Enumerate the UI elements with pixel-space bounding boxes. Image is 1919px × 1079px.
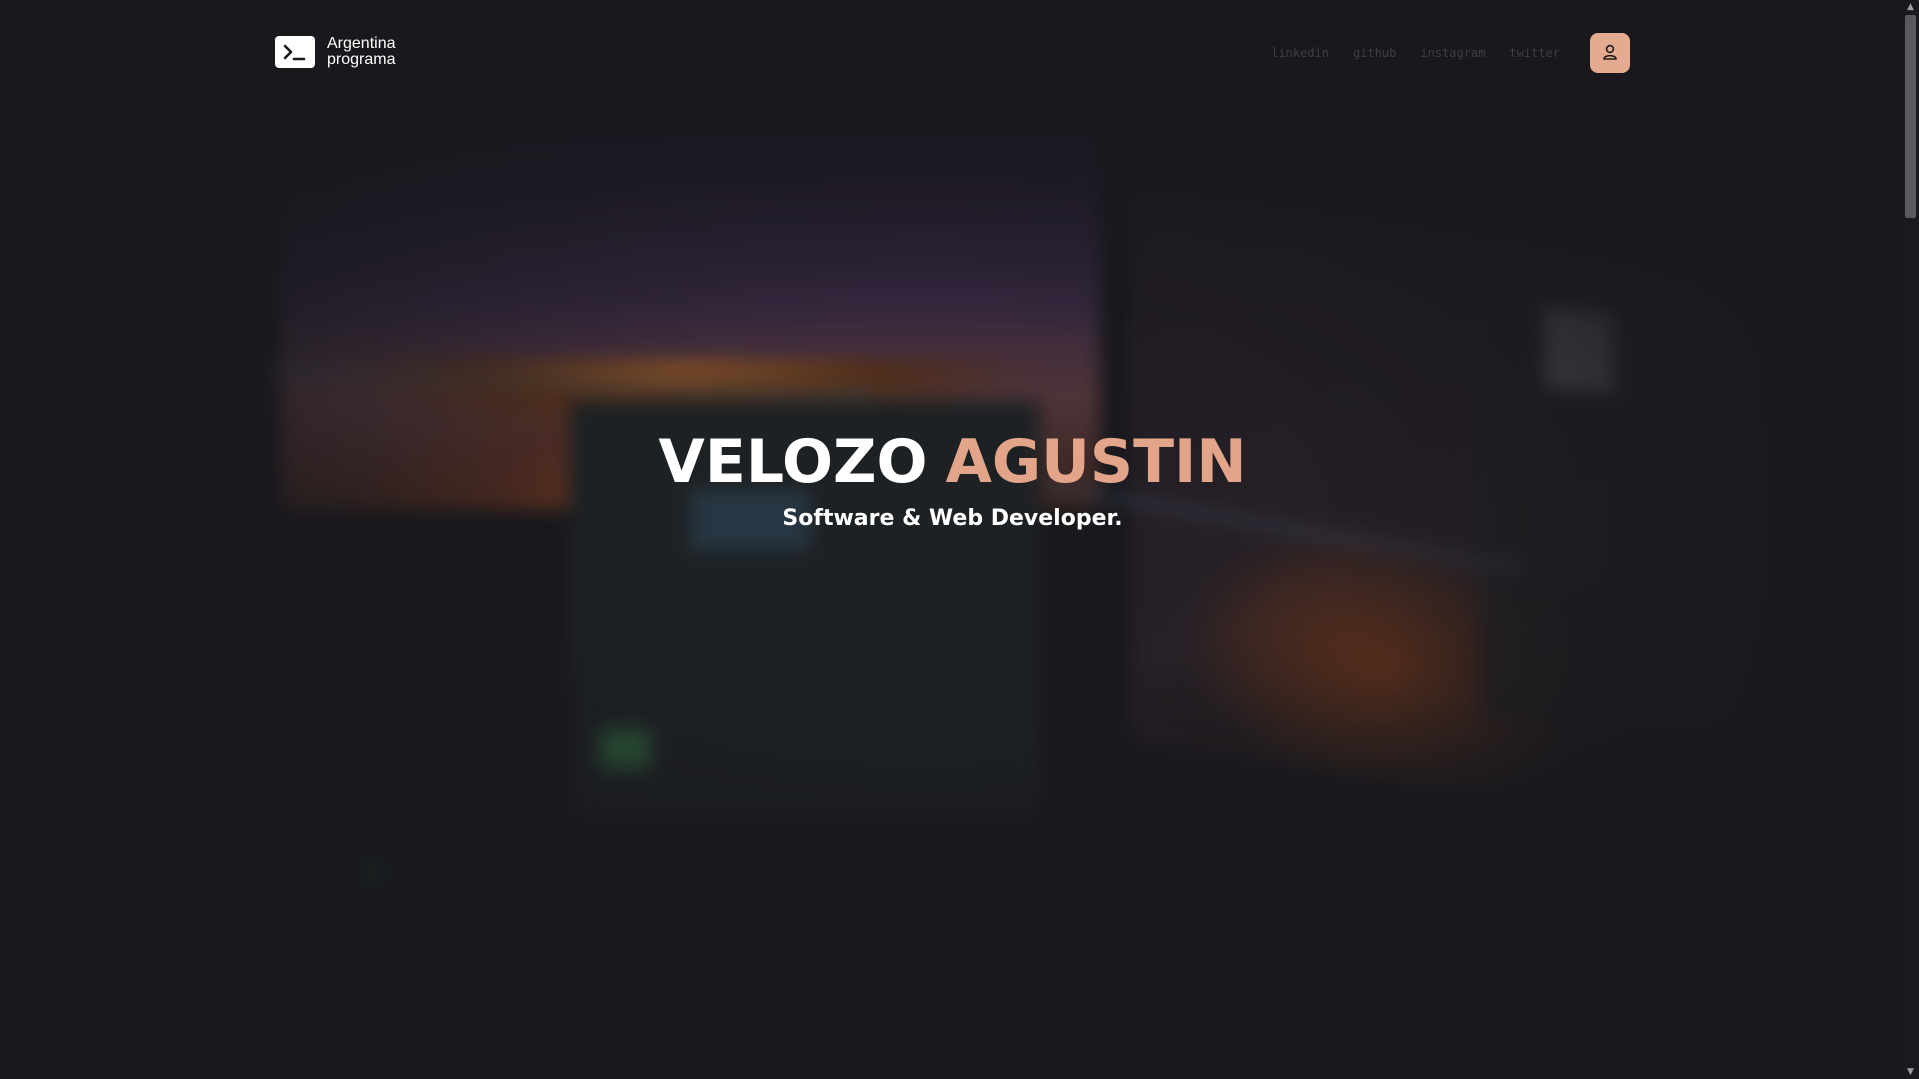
user-login-button[interactable] — [1590, 33, 1630, 73]
nav-link-github[interactable]: github — [1353, 46, 1396, 60]
brand-logo-link[interactable]: Argentina programa — [275, 36, 396, 68]
right-monitor-thumbnail — [1545, 306, 1615, 394]
nav-link-linkedin[interactable]: linkedin — [1271, 46, 1329, 60]
scroll-thumb[interactable] — [1905, 15, 1916, 218]
brand-line-1: Argentina — [327, 35, 396, 52]
hero-first-name: VELOZO — [658, 427, 928, 497]
laptop-green-block — [600, 730, 650, 770]
hero-last-name: AGUSTIN — [945, 427, 1247, 497]
user-icon — [1601, 43, 1619, 64]
hero-subtitle: Software & Web Developer. — [782, 506, 1123, 531]
hero-section: VELOZO AGUSTIN Software & Web Developer. — [0, 425, 1905, 533]
nav-link-twitter[interactable]: twitter — [1509, 46, 1560, 60]
hero-name: VELOZO AGUSTIN — [0, 425, 1905, 499]
plant-leaf — [360, 865, 385, 885]
scroll-down-arrow-icon[interactable]: ▼ — [1902, 1065, 1919, 1079]
page-scrollbar[interactable]: ▲ ▼ — [1902, 0, 1919, 1079]
brand-name: Argentina programa — [327, 36, 396, 68]
nav-link-instagram[interactable]: instagram — [1420, 46, 1485, 60]
brand-line-2: programa — [327, 51, 396, 68]
terminal-prompt-icon — [275, 36, 315, 68]
site-header: Argentina programa linkedin github insta… — [275, 32, 1630, 74]
portfolio-page: Argentina programa linkedin github insta… — [0, 0, 1919, 1079]
scroll-up-arrow-icon[interactable]: ▲ — [1902, 0, 1919, 14]
social-nav: linkedin github instagram twitter — [1271, 46, 1560, 60]
